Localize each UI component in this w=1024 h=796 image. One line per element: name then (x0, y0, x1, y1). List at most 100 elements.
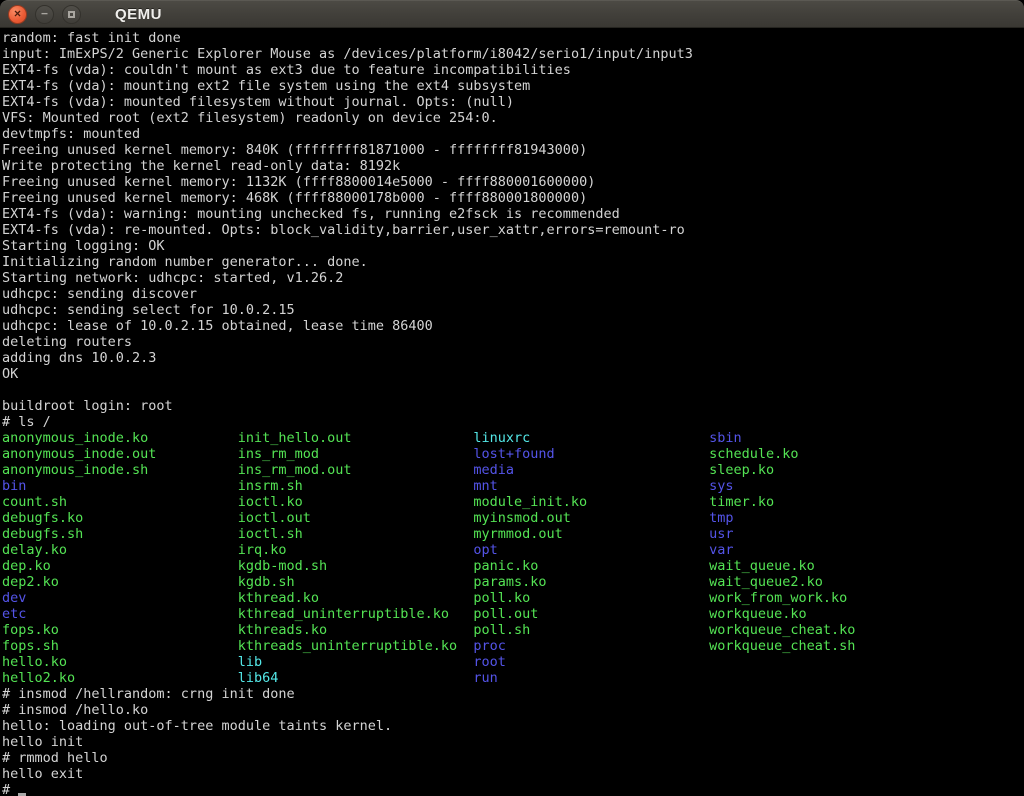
terminal-line: udhcpc: lease of 10.0.2.15 obtained, lea… (2, 318, 1024, 334)
file-entry-file: anonymous_inode.ko (2, 430, 238, 446)
terminal-line: Starting network: udhcpc: started, v1.26… (2, 270, 1024, 286)
file-entry-file: debugfs.ko (2, 510, 238, 526)
terminal-screen[interactable]: random: fast init doneinput: ImExPS/2 Ge… (0, 28, 1024, 796)
file-entry-file: kthread.ko (238, 590, 474, 606)
terminal-line: EXT4-fs (vda): mounting ext2 file system… (2, 78, 1024, 94)
terminal-line: EXT4-fs (vda): warning: mounting uncheck… (2, 206, 1024, 222)
file-entry-file: fops.ko (2, 622, 238, 638)
file-entry-dir: mnt (473, 478, 709, 494)
terminal-line: OK (2, 366, 1024, 382)
shell-prompt: # (2, 782, 18, 796)
terminal-line: # rmmod hello (2, 750, 1024, 766)
ls-output-row: debugfs.shioctl.shmyrmmod.outusr (2, 526, 1024, 542)
file-entry-link: linuxrc (473, 430, 709, 446)
terminal-line: # insmod /hellrandom: crng init done (2, 686, 1024, 702)
minimize-icon: − (41, 8, 48, 20)
file-entry-link: lib64 (238, 670, 474, 686)
terminal-line: hello init (2, 734, 1024, 750)
terminal-line: devtmpfs: mounted (2, 126, 1024, 142)
file-entry-file: work_from_work.ko (709, 590, 847, 606)
file-entry-dir: sbin (709, 430, 742, 446)
file-entry-file: anonymous_inode.out (2, 446, 238, 462)
close-button[interactable]: × (8, 5, 27, 24)
ls-output-row: fops.shkthreads_uninterruptible.koprocwo… (2, 638, 1024, 654)
file-entry-file: delay.ko (2, 542, 238, 558)
file-entry-dir: run (473, 670, 497, 686)
terminal-line: udhcpc: sending select for 10.0.2.15 (2, 302, 1024, 318)
terminal-line: hello exit (2, 766, 1024, 782)
ls-output-row: dep.kokgdb-mod.shpanic.kowait_queue.ko (2, 558, 1024, 574)
ls-output-row: etckthread_uninterruptible.kopoll.outwor… (2, 606, 1024, 622)
ls-output-row: count.shioctl.komodule_init.kotimer.ko (2, 494, 1024, 510)
terminal-line: Freeing unused kernel memory: 840K (ffff… (2, 142, 1024, 158)
terminal-line: buildroot login: root (2, 398, 1024, 414)
file-entry-file: ins_rm_mod.out (238, 462, 474, 478)
file-entry-file: workqueue.ko (709, 606, 807, 622)
terminal-line: Starting logging: OK (2, 238, 1024, 254)
ls-output-row: debugfs.koioctl.outmyinsmod.outtmp (2, 510, 1024, 526)
file-entry-dir: proc (473, 638, 709, 654)
file-entry-file: module_init.ko (473, 494, 709, 510)
terminal-line: Freeing unused kernel memory: 1132K (fff… (2, 174, 1024, 190)
file-entry-file: anonymous_inode.sh (2, 462, 238, 478)
terminal-line: Freeing unused kernel memory: 468K (ffff… (2, 190, 1024, 206)
file-entry-file: sleep.ko (709, 462, 774, 478)
ls-output-row: delay.koirq.kooptvar (2, 542, 1024, 558)
file-entry-file: ioctl.ko (238, 494, 474, 510)
file-entry-file: ioctl.sh (238, 526, 474, 542)
file-entry-link: lib (238, 654, 474, 670)
file-entry-file: hello2.ko (2, 670, 238, 686)
ls-output-row: anonymous_inode.koinit_hello.outlinuxrcs… (2, 430, 1024, 446)
file-entry-file: myinsmod.out (473, 510, 709, 526)
file-entry-file: wait_queue.ko (709, 558, 815, 574)
file-entry-file: schedule.ko (709, 446, 798, 462)
ls-output-row: fops.kokthreads.kopoll.shworkqueue_cheat… (2, 622, 1024, 638)
file-entry-file: poll.out (473, 606, 709, 622)
maximize-icon (68, 11, 75, 18)
ls-output-row: dep2.kokgdb.shparams.kowait_queue2.ko (2, 574, 1024, 590)
file-entry-file: dep.ko (2, 558, 238, 574)
file-entry-dir: bin (2, 478, 238, 494)
terminal-line: EXT4-fs (vda): couldn't mount as ext3 du… (2, 62, 1024, 78)
terminal-line: EXT4-fs (vda): re-mounted. Opts: block_v… (2, 222, 1024, 238)
ls-output-row: hello2.kolib64run (2, 670, 1024, 686)
file-entry-dir: usr (709, 526, 733, 542)
file-entry-dir: dev (2, 590, 238, 606)
file-entry-dir: tmp (709, 510, 733, 526)
ls-output-row: anonymous_inode.outins_rm_modlost+founds… (2, 446, 1024, 462)
file-entry-file: poll.sh (473, 622, 709, 638)
file-entry-file: irq.ko (238, 542, 474, 558)
qemu-window: × − QEMU random: fast init doneinput: Im… (0, 0, 1024, 796)
terminal-line: random: fast init done (2, 30, 1024, 46)
terminal-line: EXT4-fs (vda): mounted filesystem withou… (2, 94, 1024, 110)
file-entry-dir: lost+found (473, 446, 709, 462)
file-entry-dir: sys (709, 478, 733, 494)
file-entry-file: dep2.ko (2, 574, 238, 590)
terminal-line: Write protecting the kernel read-only da… (2, 158, 1024, 174)
window-title: QEMU (115, 6, 162, 23)
terminal-line (2, 382, 1024, 398)
file-entry-dir: etc (2, 606, 238, 622)
file-entry-file: workqueue_cheat.sh (709, 638, 855, 654)
maximize-button[interactable] (62, 5, 81, 24)
terminal-line: Initializing random number generator... … (2, 254, 1024, 270)
file-entry-file: panic.ko (473, 558, 709, 574)
file-entry-file: kgdb.sh (238, 574, 474, 590)
terminal-cursor (18, 784, 26, 796)
terminal-line: input: ImExPS/2 Generic Explorer Mouse a… (2, 46, 1024, 62)
file-entry-file: params.ko (473, 574, 709, 590)
file-entry-dir: media (473, 462, 709, 478)
close-icon: × (14, 8, 21, 20)
file-entry-file: insrm.sh (238, 478, 474, 494)
file-entry-file: timer.ko (709, 494, 774, 510)
ls-output-row: hello.kolibroot (2, 654, 1024, 670)
terminal-line: deleting routers (2, 334, 1024, 350)
window-titlebar[interactable]: × − QEMU (0, 0, 1024, 28)
ls-output-row: devkthread.kopoll.kowork_from_work.ko (2, 590, 1024, 606)
file-entry-file: kthread_uninterruptible.ko (238, 606, 474, 622)
minimize-button[interactable]: − (35, 5, 54, 24)
file-entry-file: workqueue_cheat.ko (709, 622, 855, 638)
ls-output-row: anonymous_inode.shins_rm_mod.outmediasle… (2, 462, 1024, 478)
file-entry-file: fops.sh (2, 638, 238, 654)
terminal-line: hello: loading out-of-tree module taints… (2, 718, 1024, 734)
